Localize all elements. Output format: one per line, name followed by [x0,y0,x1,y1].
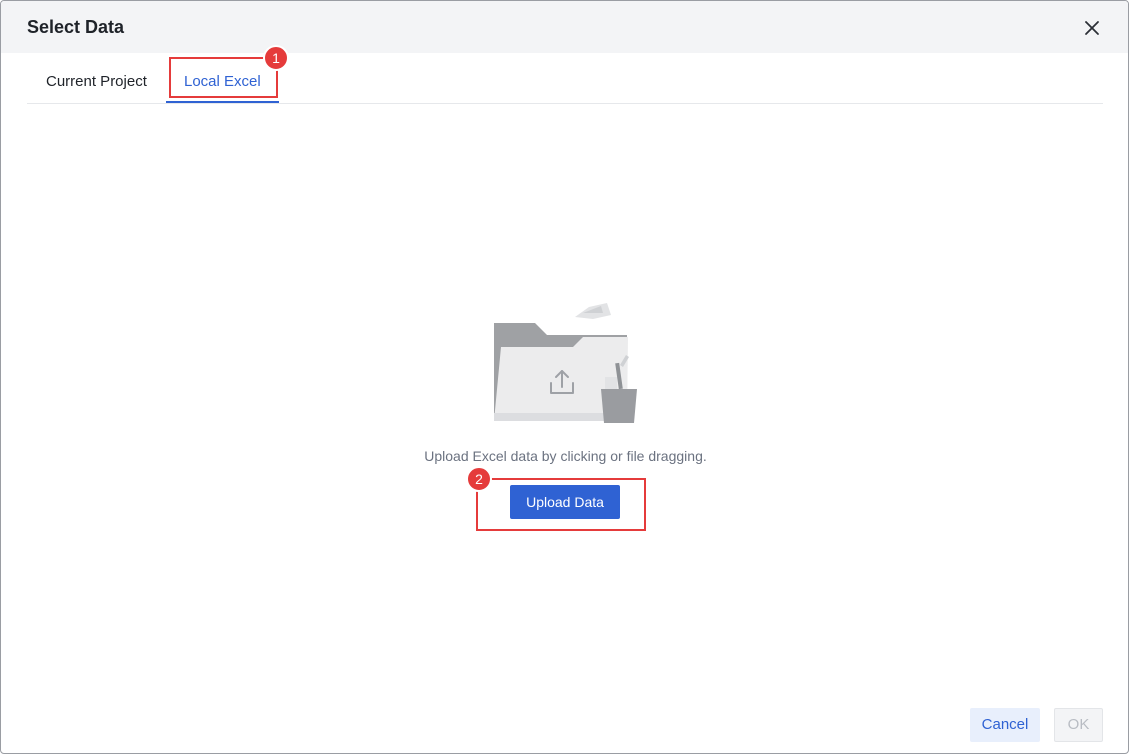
annotation-box-local-excel [169,57,278,98]
annotation-box-upload-data [476,478,646,531]
ok-button[interactable]: OK [1054,708,1103,742]
cancel-button[interactable]: Cancel [970,708,1040,742]
tab-current-project[interactable]: Current Project [46,73,147,90]
folder-upload-icon [489,297,645,425]
annotation-badge-1: 1 [263,45,289,71]
select-data-dialog: Select Data Current Project Local Excel [0,0,1129,754]
tabs-divider [27,103,1103,104]
dialog-title: Select Data [27,17,125,37]
upload-hint-text: Upload Excel data by clicking or file dr… [424,448,707,464]
close-icon[interactable] [1081,17,1103,39]
annotation-badge-2: 2 [466,466,492,492]
dialog-header: Select Data [1,1,1128,53]
